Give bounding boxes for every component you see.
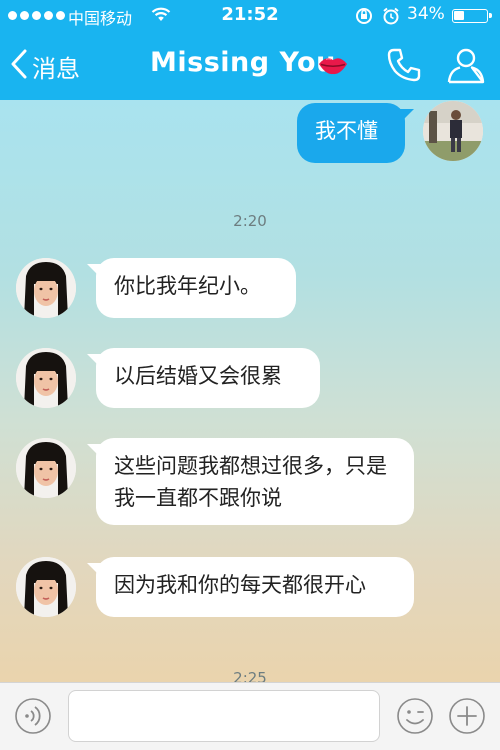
message-text: 这些问题我都想过很多，只是我一直都不跟你说: [114, 454, 387, 510]
rotation-lock-icon: [354, 7, 374, 29]
message-text: 因为我和你的每天都很开心: [114, 573, 366, 597]
contact-avatar[interactable]: [16, 258, 76, 318]
timestamp: 2:25: [233, 669, 267, 682]
contact-avatar[interactable]: [16, 557, 76, 617]
outgoing-message[interactable]: 我不懂: [297, 103, 414, 163]
incoming-message[interactable]: 因为我和你的每天都很开心: [87, 557, 414, 617]
message-text: 以后结婚又会很累: [114, 364, 282, 388]
message-text: 我不懂: [315, 119, 378, 143]
back-label: 消息: [32, 54, 80, 83]
incoming-message[interactable]: 你比我年纪小。: [87, 258, 296, 318]
emoji-icon[interactable]: [396, 697, 434, 739]
back-button[interactable]: 消息: [10, 46, 80, 86]
chat-area[interactable]: 我不懂 2:20 你比我年纪小。 以后结婚又会很累 这些问题我都想过很多，只是我…: [0, 100, 500, 682]
chat-title: Missing You: [150, 47, 336, 78]
incoming-message[interactable]: 这些问题我都想过很多，只是我一直都不跟你说: [87, 438, 414, 525]
alarm-icon: [381, 7, 401, 29]
incoming-message[interactable]: 以后结婚又会很累: [87, 348, 320, 408]
nav-bar: 消息 Missing You: [0, 32, 500, 100]
input-bar: [0, 682, 500, 750]
battery-percent: 34%: [407, 4, 445, 24]
battery-icon: [452, 9, 492, 23]
phone-icon[interactable]: [385, 46, 423, 88]
plus-icon[interactable]: [448, 697, 486, 739]
message-input[interactable]: [68, 690, 380, 742]
message-text: 你比我年纪小。: [114, 274, 261, 298]
top-bar: 中国移动 21:52 34% 消息 Missing You: [0, 0, 500, 100]
back-chevron-icon: [10, 48, 28, 84]
voice-icon[interactable]: [14, 697, 52, 739]
status-bar: 中国移动 21:52 34%: [0, 0, 500, 32]
profile-icon[interactable]: [446, 46, 486, 88]
lips-icon: [318, 54, 348, 80]
my-avatar[interactable]: [423, 101, 483, 161]
contact-avatar[interactable]: [16, 438, 76, 498]
timestamp: 2:20: [233, 212, 267, 230]
contact-avatar[interactable]: [16, 348, 76, 408]
